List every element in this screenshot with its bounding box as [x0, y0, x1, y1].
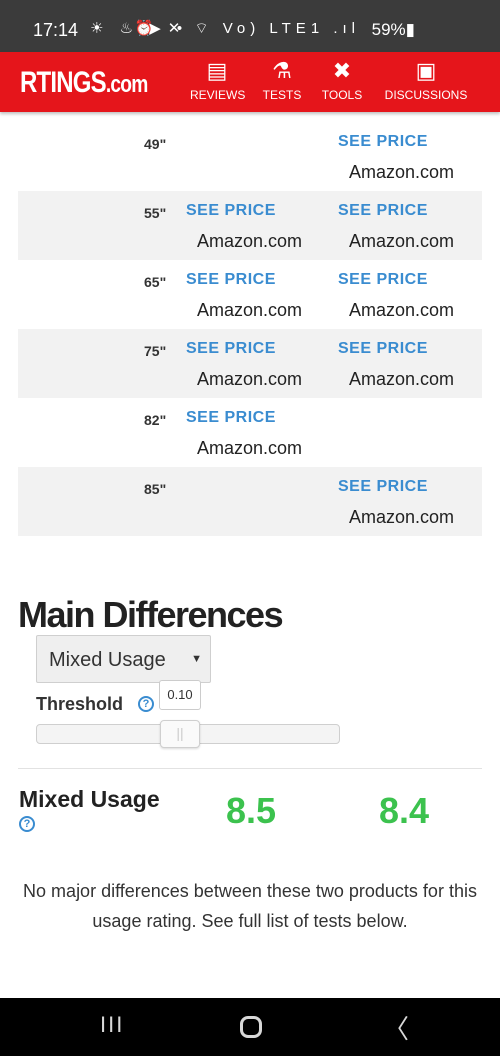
- usage-title: Mixed Usage: [19, 786, 160, 812]
- price-row: 65" SEE PRICE Amazon.com SEE PRICE Amazo…: [18, 260, 482, 329]
- price-row: 55" SEE PRICE Amazon.com SEE PRICE Amazo…: [18, 191, 482, 260]
- store-name[interactable]: Amazon.com: [197, 369, 326, 390]
- home-icon[interactable]: [240, 1016, 262, 1038]
- see-price-link[interactable]: SEE PRICE: [338, 340, 478, 358]
- see-price-link[interactable]: SEE PRICE: [186, 340, 326, 358]
- chevron-down-icon: ▼: [191, 653, 202, 665]
- size-label: 82": [144, 412, 167, 428]
- store-name[interactable]: Amazon.com: [197, 438, 326, 459]
- system-icons: ⏰ ✕ ⌔ Vo) LTE1 .ıl: [134, 20, 360, 37]
- see-price-link[interactable]: SEE PRICE: [338, 202, 478, 220]
- price-cell: SEE PRICE Amazon.com: [338, 133, 478, 183]
- size-label: 65": [144, 274, 167, 290]
- differences-note: No major differences between these two p…: [23, 881, 477, 931]
- price-cell: SEE PRICE Amazon.com: [338, 271, 478, 321]
- price-row: 82" SEE PRICE Amazon.com: [18, 398, 482, 467]
- price-cell: SEE PRICE Amazon.com: [186, 340, 326, 390]
- size-label: 85": [144, 481, 167, 497]
- nav-tools-label: TOOLS: [321, 88, 363, 102]
- threshold-value-tooltip: 0.10: [159, 680, 201, 710]
- size-label: 49": [144, 136, 167, 152]
- threshold-text: Threshold: [36, 694, 124, 714]
- threshold-slider[interactable]: ||: [36, 720, 340, 748]
- price-row: 85" SEE PRICE Amazon.com: [18, 467, 482, 536]
- see-price-link[interactable]: SEE PRICE: [338, 478, 478, 496]
- price-row: 49" SEE PRICE Amazon.com: [18, 122, 482, 191]
- clipboard-icon: ▤: [206, 58, 228, 83]
- nav-reviews-label: REVIEWS: [190, 88, 246, 102]
- store-name[interactable]: Amazon.com: [349, 300, 478, 321]
- price-row: 75" SEE PRICE Amazon.com SEE PRICE Amazo…: [18, 329, 482, 398]
- size-label: 75": [144, 343, 167, 359]
- tools-icon: ✖: [332, 58, 352, 83]
- see-price-link[interactable]: SEE PRICE: [338, 133, 478, 151]
- recent-apps-icon[interactable]: III: [100, 1012, 124, 1038]
- price-table: 49" SEE PRICE Amazon.com 55" SEE PRICE A…: [18, 122, 482, 536]
- nav-discussions[interactable]: ▣ DISCUSSIONS: [382, 58, 470, 102]
- android-nav-bar: III 〈: [0, 998, 500, 1056]
- flask-icon: ⚗: [272, 58, 292, 83]
- price-cell: SEE PRICE Amazon.com: [338, 202, 478, 252]
- nav-tests[interactable]: ⚗ TESTS: [262, 58, 302, 102]
- main-differences-title: Main Differences: [18, 594, 284, 635]
- site-header: RTINGS.com ▤ REVIEWS ⚗ TESTS ✖ TOOLS ▣ D…: [0, 52, 500, 112]
- score-product-2: 8.4: [379, 790, 430, 831]
- nav-reviews[interactable]: ▤ REVIEWS: [190, 58, 246, 102]
- nav-tests-label: TESTS: [262, 88, 302, 102]
- store-name[interactable]: Amazon.com: [349, 507, 478, 528]
- store-name[interactable]: Amazon.com: [349, 162, 478, 183]
- price-cell: SEE PRICE Amazon.com: [338, 478, 478, 528]
- chat-icon: ▣: [415, 58, 437, 83]
- price-cell: SEE PRICE Amazon.com: [186, 202, 326, 252]
- divider: [18, 768, 482, 769]
- store-name[interactable]: Amazon.com: [349, 369, 478, 390]
- logo-text: RTINGS: [20, 66, 107, 99]
- nav-tools[interactable]: ✖ TOOLS: [320, 58, 364, 102]
- usage-select-value: Mixed Usage: [49, 649, 166, 671]
- status-time: 17:14: [33, 20, 79, 40]
- score-product-1: 8.5: [226, 790, 277, 831]
- battery-indicator: 59%▮: [371, 20, 415, 39]
- see-price-link[interactable]: SEE PRICE: [186, 409, 326, 427]
- help-icon[interactable]: ?: [138, 696, 154, 712]
- usage-select[interactable]: Mixed Usage ▼: [36, 635, 211, 683]
- price-cell: SEE PRICE Amazon.com: [186, 271, 326, 321]
- see-price-link[interactable]: SEE PRICE: [186, 271, 326, 289]
- price-cell: SEE PRICE Amazon.com: [186, 409, 326, 459]
- logo-suffix: .com: [105, 71, 148, 98]
- help-icon[interactable]: ?: [19, 816, 35, 832]
- site-logo[interactable]: RTINGS.com: [20, 66, 148, 100]
- store-name[interactable]: Amazon.com: [197, 231, 326, 252]
- store-name[interactable]: Amazon.com: [197, 300, 326, 321]
- see-price-link[interactable]: SEE PRICE: [338, 271, 478, 289]
- status-bar: 17:14 ☀ ♨ ▶ • ⏰ ✕ ⌔ Vo) LTE1 .ıl 59%▮: [0, 0, 500, 52]
- nav-discussions-label: DISCUSSIONS: [384, 88, 468, 102]
- price-cell: SEE PRICE Amazon.com: [338, 340, 478, 390]
- back-icon[interactable]: 〈: [383, 1009, 409, 1046]
- threshold-label: Threshold ?: [36, 694, 154, 715]
- store-name[interactable]: Amazon.com: [349, 231, 478, 252]
- slider-thumb[interactable]: ||: [160, 720, 200, 748]
- size-label: 55": [144, 205, 167, 221]
- see-price-link[interactable]: SEE PRICE: [186, 202, 326, 220]
